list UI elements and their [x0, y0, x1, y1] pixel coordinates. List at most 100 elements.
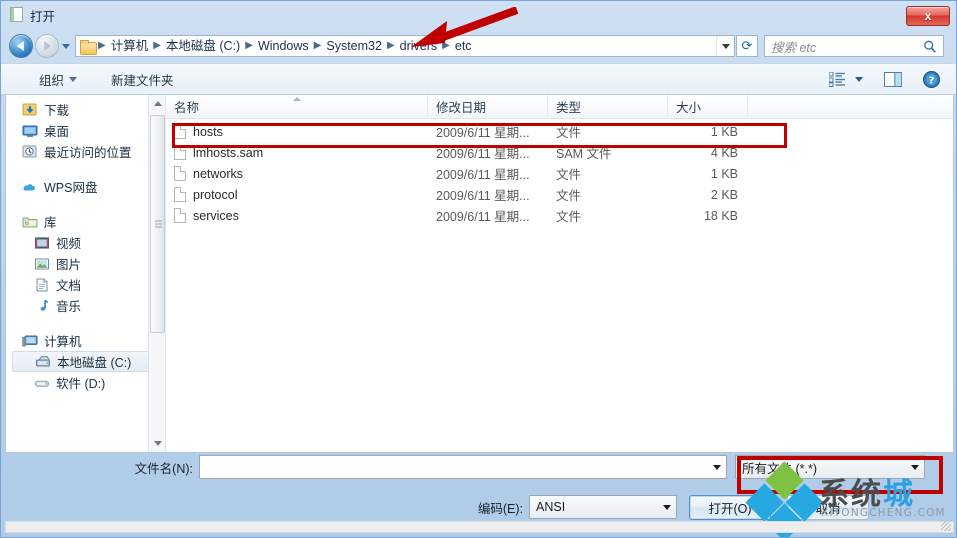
- scroll-down-arrow-icon[interactable]: [149, 435, 165, 452]
- file-name: networks: [193, 166, 244, 181]
- sidebar-item-label: 下载: [44, 104, 70, 118]
- column-header-type[interactable]: 类型: [548, 95, 668, 118]
- search-icon: [924, 40, 936, 53]
- sidebar-item-videos[interactable]: 视频: [6, 232, 165, 253]
- file-name-cell: protocol: [166, 187, 428, 202]
- refresh-icon[interactable]: ⟳: [736, 35, 758, 57]
- address-bar[interactable]: ▶ 计算机 ▶ 本地磁盘 (C:) ▶ Windows ▶ System32 ▶…: [75, 35, 735, 57]
- window-title: 打开: [30, 9, 56, 24]
- music-icon: [34, 298, 50, 314]
- history-dropdown-icon[interactable]: [59, 34, 73, 58]
- file-type: 文件: [556, 189, 582, 203]
- sidebar-item-music[interactable]: 音乐: [6, 295, 165, 316]
- scrollbar-thumb[interactable]: [150, 115, 165, 333]
- search-input[interactable]: 搜索 etc: [764, 35, 944, 57]
- help-icon[interactable]: ?: [918, 68, 944, 90]
- column-header-date[interactable]: 修改日期: [428, 95, 548, 118]
- scrollbar-grip: [155, 220, 162, 228]
- sidebar-item-pictures[interactable]: 图片: [6, 253, 165, 274]
- preview-pane-icon[interactable]: [880, 68, 906, 90]
- file-type: 文件: [556, 126, 582, 140]
- cloud-icon: [22, 179, 38, 195]
- sidebar-item-libraries[interactable]: 库: [6, 211, 165, 232]
- toolbar: 组织 新建文件夹 ?: [1, 63, 956, 95]
- open-button[interactable]: 打开(O): [689, 494, 771, 520]
- sidebar-list: 下载 桌面 最近访问的位置 WPS网盘 库 视频 图片 文档 音乐 计算机 本地…: [6, 95, 165, 393]
- sidebar-item-computer[interactable]: 计算机: [6, 330, 165, 351]
- column-header-label: 类型: [556, 101, 582, 115]
- sidebar-item-label: 桌面: [44, 125, 70, 139]
- sidebar-item-label: 最近访问的位置: [44, 146, 132, 160]
- file-size: 2 KB: [710, 187, 738, 202]
- dialog-body: 下载 桌面 最近访问的位置 WPS网盘 库 视频 图片 文档 音乐 计算机 本地…: [5, 95, 954, 453]
- cancel-button[interactable]: 取消: [787, 494, 869, 520]
- desktop-icon: [22, 123, 38, 139]
- downloads-icon: [22, 102, 38, 118]
- filename-input[interactable]: [199, 455, 727, 479]
- sidebar-item-label: 软件 (D:): [56, 377, 106, 391]
- sidebar-item-label: 文档: [56, 279, 82, 293]
- file-size: 1 KB: [710, 166, 738, 181]
- table-row[interactable]: protocol 2009/6/11 星期... 文件 2 KB: [166, 184, 953, 205]
- breadcrumb-item-computer[interactable]: 计算机: [107, 36, 153, 56]
- scroll-up-arrow-icon[interactable]: [149, 95, 165, 112]
- filetype-dropdown-icon[interactable]: [906, 456, 924, 478]
- column-header-size[interactable]: 大小: [668, 95, 748, 118]
- documents-icon: [34, 277, 50, 293]
- breadcrumb-item-etc[interactable]: etc: [451, 36, 476, 56]
- breadcrumb-separator: ▶: [98, 40, 106, 51]
- breadcrumb-item-system32[interactable]: System32: [322, 36, 386, 56]
- sidebar-item-label: 图片: [56, 258, 82, 272]
- file-name-cell: networks: [166, 166, 428, 181]
- sidebar-item-label: 计算机: [44, 335, 82, 349]
- encoding-select[interactable]: ANSI: [529, 495, 677, 519]
- file-type: 文件: [556, 168, 582, 182]
- table-row[interactable]: services 2009/6/11 星期... 文件 18 KB: [166, 205, 953, 226]
- sidebar-item-label: 本地磁盘 (C:): [57, 356, 132, 370]
- file-icon: [174, 145, 186, 160]
- breadcrumb-item-windows[interactable]: Windows: [254, 36, 313, 56]
- sidebar-scrollbar[interactable]: [148, 95, 165, 452]
- video-icon: [34, 235, 50, 251]
- sidebar-item-documents[interactable]: 文档: [6, 274, 165, 295]
- breadcrumb-item-local-disk[interactable]: 本地磁盘 (C:): [162, 36, 244, 56]
- file-size: 18 KB: [703, 208, 738, 223]
- filetype-value: 所有文件 (*.*): [742, 461, 818, 476]
- table-row[interactable]: hosts 2009/6/11 星期... 文件 1 KB: [166, 121, 953, 142]
- column-header-label: 大小: [676, 101, 702, 115]
- new-folder-label: 新建文件夹: [111, 73, 174, 88]
- breadcrumb-item-drivers[interactable]: drivers: [396, 36, 442, 56]
- open-file-dialog: 打开 x ▶ 计算机 ▶ 本地磁盘 (C:) ▶ Windows ▶ Syste…: [0, 0, 957, 538]
- sidebar-item-drive-d[interactable]: 软件 (D:): [6, 372, 165, 393]
- encoding-dropdown-icon[interactable]: [658, 496, 676, 518]
- organize-button[interactable]: 组织: [31, 67, 85, 91]
- view-dropdown-icon[interactable]: [850, 68, 868, 90]
- sidebar-item-wps-cloud[interactable]: WPS网盘: [6, 176, 165, 197]
- sidebar-item-desktop[interactable]: 桌面: [6, 120, 165, 141]
- filetype-select[interactable]: 所有文件 (*.*): [735, 455, 925, 479]
- file-size: 4 KB: [710, 145, 738, 160]
- file-name-cell: services: [166, 208, 428, 223]
- column-header-spacer: [748, 95, 953, 118]
- recent-places-icon: [22, 144, 38, 160]
- sidebar-item-recent-places[interactable]: 最近访问的位置: [6, 141, 165, 162]
- sidebar-item-downloads[interactable]: 下载: [6, 99, 165, 120]
- column-header-name[interactable]: 名称: [166, 95, 428, 118]
- filename-label: 文件名(N):: [134, 461, 193, 476]
- sort-ascending-icon: [292, 97, 301, 101]
- resize-grip[interactable]: [941, 521, 951, 531]
- dialog-footer-form: 文件名(N): 所有文件 (*.*) 编码(E): ANSI 打开(O) 取消: [1, 453, 956, 523]
- table-row[interactable]: networks 2009/6/11 星期... 文件 1 KB: [166, 163, 953, 184]
- table-row[interactable]: lmhosts.sam 2009/6/11 星期... SAM 文件 4 KB: [166, 142, 953, 163]
- navigation-pane: 下载 桌面 最近访问的位置 WPS网盘 库 视频 图片 文档 音乐 计算机 本地…: [6, 95, 166, 452]
- file-icon: [174, 166, 186, 181]
- close-button[interactable]: x: [906, 6, 950, 26]
- sidebar-item-local-disk-c[interactable]: 本地磁盘 (C:): [12, 351, 165, 372]
- new-folder-button[interactable]: 新建文件夹: [103, 67, 182, 91]
- filename-dropdown-icon[interactable]: [708, 456, 726, 478]
- forward-arrow-icon[interactable]: [35, 34, 59, 58]
- breadcrumb-separator: ▶: [386, 40, 395, 51]
- list-view-icon[interactable]: [824, 68, 850, 90]
- address-dropdown-icon[interactable]: [716, 36, 734, 56]
- back-arrow-icon[interactable]: [9, 34, 33, 58]
